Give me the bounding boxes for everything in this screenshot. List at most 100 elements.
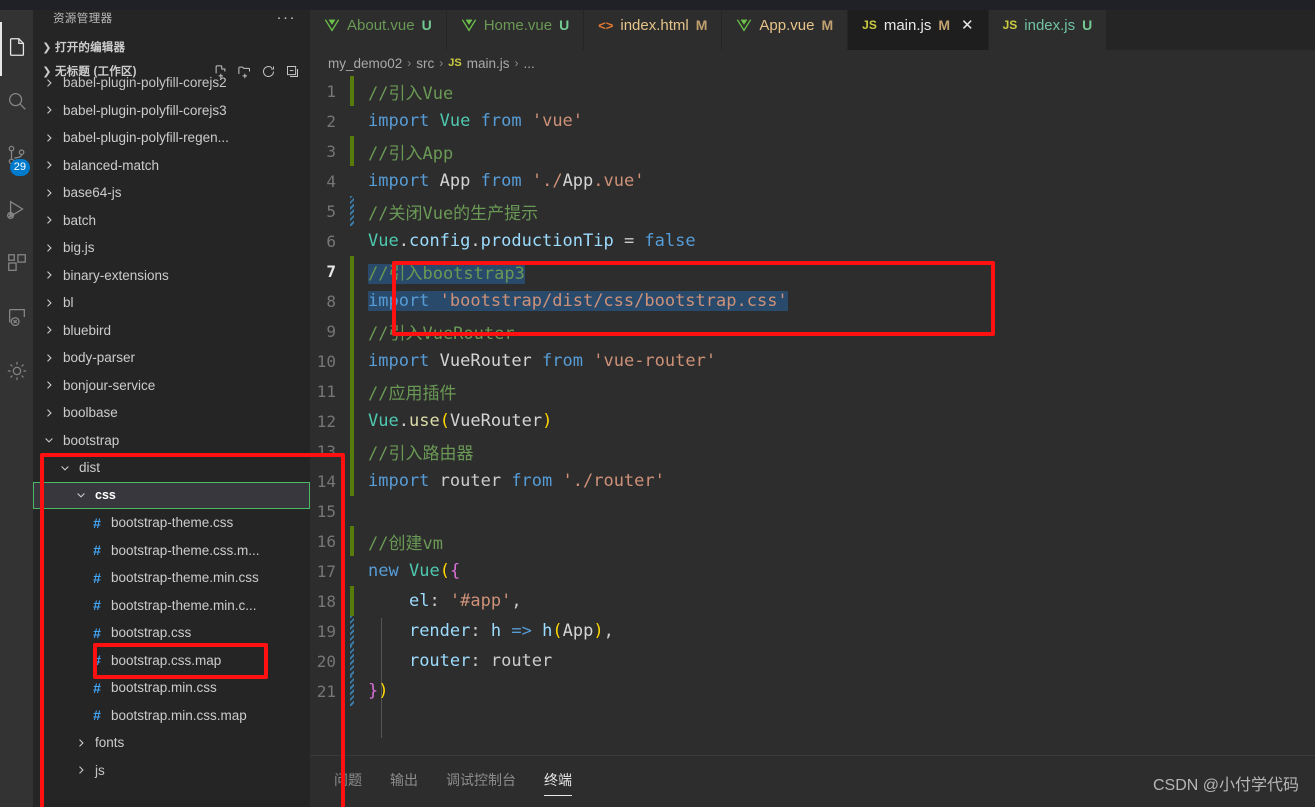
code-line[interactable]: 15 (310, 496, 1315, 526)
close-icon[interactable]: ✕ (961, 16, 974, 34)
bottom-panel: 问题 输出 调试控制台 终端 CSDN @小付学代码 (310, 755, 1315, 807)
tree-row[interactable]: # bootstrap.css.map (33, 647, 310, 675)
code-text: import Vue from 'vue' (368, 111, 584, 131)
code-line[interactable]: 8 import 'bootstrap/dist/css/bootstrap.cs… (310, 286, 1315, 316)
code-line[interactable]: 2 import Vue from 'vue' (310, 106, 1315, 136)
tree-row-label: boolbase (63, 405, 118, 421)
tree-row[interactable]: body-parser (33, 344, 310, 372)
tree-row[interactable]: dist (33, 454, 310, 482)
sidebar-more-actions-button[interactable]: ··· (277, 9, 303, 26)
code-line[interactable]: 17 new Vue({ (310, 556, 1315, 586)
tree-row[interactable]: bluebird (33, 317, 310, 345)
css-file-icon: # (93, 624, 101, 641)
code-line[interactable]: 16 //创建vm (310, 526, 1315, 556)
tree-row-label: dist (79, 460, 101, 476)
code-line[interactable]: 21}) (310, 676, 1315, 706)
code-line[interactable]: 11 //应用插件 (310, 376, 1315, 406)
tree-row-label: batch (63, 212, 97, 228)
line-number: 16 (316, 531, 336, 551)
panel-tab[interactable]: 问题 (334, 770, 362, 794)
chevron-right-icon (41, 297, 57, 309)
chevron-right-icon (41, 324, 57, 336)
code-text: //引入VueRouter (368, 323, 515, 344)
section-open-editors[interactable]: ❯ 打开的编辑器 (33, 35, 310, 59)
tree-row[interactable]: balanced-match (33, 152, 310, 180)
code-line[interactable]: 7 //引入bootstrap3 (310, 256, 1315, 286)
tree-row[interactable]: fonts (33, 729, 310, 757)
chevron-right-icon (41, 214, 57, 226)
tree-row-label: css (95, 488, 116, 503)
line-number: 18 (316, 591, 336, 611)
tree-row[interactable]: # bootstrap-theme.css.m... (33, 537, 310, 565)
activity-item-explorer[interactable] (0, 22, 33, 76)
tree-row-label: balanced-match (63, 157, 160, 173)
code-text: //引入Vue (368, 83, 454, 104)
breadcrumb-item[interactable]: my_demo02 (328, 56, 402, 71)
code-line[interactable]: 6 Vue.config.productionTip = false (310, 226, 1315, 256)
tree-row-label: bluebird (63, 322, 112, 338)
chevron-down-icon (73, 489, 89, 501)
vscode-window: 29 资源管理器 ··· ❯ 打开的编辑器 ❯ 无标题 (工作区) babel-… (0, 0, 1315, 807)
code-line[interactable]: 9 //引入VueRouter (310, 316, 1315, 346)
js-icon: JS (448, 57, 462, 69)
code-line[interactable]: 12 Vue.use(VueRouter) (310, 406, 1315, 436)
editor-tab-status-badge: M (938, 17, 951, 33)
activity-item-extensions[interactable] (0, 238, 33, 292)
tree-row[interactable]: babel-plugin-polyfill-regen... (33, 124, 310, 152)
tree-row[interactable]: big.js (33, 234, 310, 262)
line-number: 17 (316, 561, 336, 581)
code-editor[interactable]: 1 //引入Vue 2 import Vue from 'vue' 3 //引入App 4 i… (310, 76, 1315, 755)
breadcrumb-item[interactable]: src (416, 56, 434, 71)
code-line[interactable]: 19 render: h => h(App), (310, 616, 1315, 646)
panel-tab[interactable]: 终端 (544, 770, 572, 796)
code-line[interactable]: 5 //关闭Vue的生产提示 (310, 196, 1315, 226)
line-number: 12 (316, 411, 336, 431)
breadcrumb-item[interactable]: ... (524, 56, 535, 71)
css-file-icon: # (93, 707, 101, 724)
tree-row-label: bootstrap-theme.css.m... (111, 542, 260, 558)
code-line[interactable]: 18 el: '#app', (310, 586, 1315, 616)
code-line[interactable]: 1 //引入Vue (310, 76, 1315, 106)
tree-row[interactable]: bootstrap (33, 427, 310, 455)
code-line[interactable]: 3 //引入App (310, 136, 1315, 166)
code-line[interactable]: 4 import App from './App.vue' (310, 166, 1315, 196)
tree-row-label: bootstrap.min.css (111, 680, 217, 696)
code-line[interactable]: 13 //引入路由器 (310, 436, 1315, 466)
tree-row[interactable]: bl (33, 289, 310, 317)
chevron-right-icon (41, 407, 57, 419)
css-file-icon: # (93, 679, 101, 696)
tree-row[interactable]: # bootstrap.min.css (33, 674, 310, 702)
activity-item-remote-explorer[interactable] (0, 292, 33, 346)
code-line[interactable]: 20 router: router (310, 646, 1315, 676)
tree-row[interactable]: base64-js (33, 179, 310, 207)
panel-tab[interactable]: 输出 (390, 770, 418, 794)
activity-item-source-control[interactable]: 29 (0, 130, 33, 184)
breadcrumb-item[interactable]: main.js (467, 56, 510, 71)
code-line[interactable]: 10 import VueRouter from 'vue-router' (310, 346, 1315, 376)
editor-tab-status-badge: M (695, 17, 708, 33)
tree-row[interactable]: # bootstrap.css (33, 619, 310, 647)
tree-row[interactable]: # bootstrap-theme.min.css (33, 564, 310, 592)
editor-tab-status-badge: M (821, 17, 834, 33)
tree-row[interactable]: babel-plugin-polyfill-corejs2 (33, 69, 310, 97)
tree-row[interactable]: binary-extensions (33, 262, 310, 290)
activity-item-settings[interactable] (0, 346, 33, 400)
tree-row-label: babel-plugin-polyfill-corejs3 (63, 102, 227, 118)
file-tree[interactable]: babel-plugin-polyfill-corejs2 babel-plugi… (33, 69, 310, 807)
tree-row[interactable]: batch (33, 207, 310, 235)
tree-row[interactable]: css (33, 481, 310, 509)
tree-row[interactable]: js (33, 757, 310, 785)
tree-row[interactable]: # bootstrap-theme.min.c... (33, 592, 310, 620)
activity-item-run-and-debug[interactable] (0, 184, 33, 238)
tree-row[interactable]: bonjour-service (33, 372, 310, 400)
line-number: 19 (316, 621, 336, 641)
tree-row[interactable]: # bootstrap-theme.css (33, 509, 310, 537)
activity-item-search[interactable] (0, 76, 33, 130)
tree-row[interactable]: boolbase (33, 399, 310, 427)
code-line[interactable]: 14 import router from './router' (310, 466, 1315, 496)
panel-tab[interactable]: 调试控制台 (446, 770, 516, 794)
tree-row[interactable]: # bootstrap.min.css.map (33, 702, 310, 730)
tree-row[interactable]: babel-plugin-polyfill-corejs3 (33, 97, 310, 125)
chevron-down-icon (57, 462, 73, 474)
code-text: Vue.use(VueRouter) (368, 411, 553, 431)
